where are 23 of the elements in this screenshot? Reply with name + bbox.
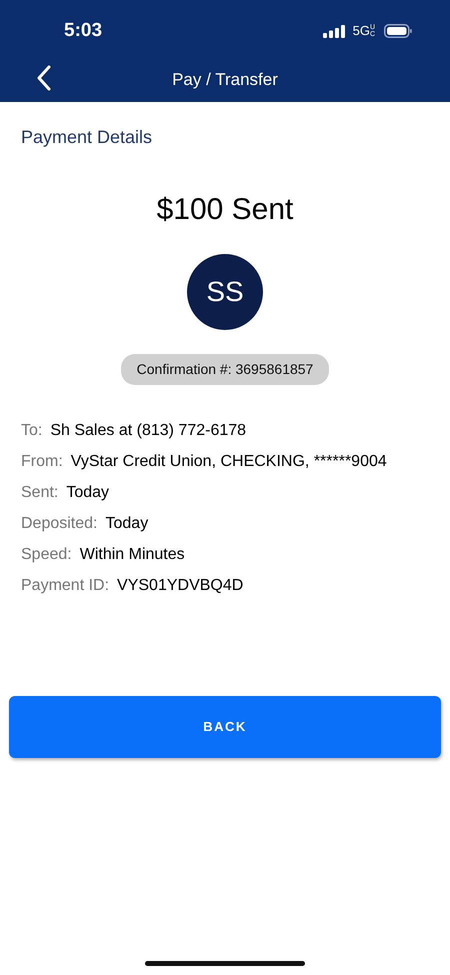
confirmation-tag: Confirmation #: 3695861857	[120, 354, 330, 385]
detail-value: Today	[66, 484, 110, 501]
detail-value: Sh Sales at (813) 772-6178	[50, 422, 246, 439]
detail-value: Today	[106, 515, 148, 532]
amount-heading: $100 Sent	[156, 192, 294, 228]
back-button[interactable]: BACK	[9, 696, 441, 758]
detail-label: Payment ID:	[21, 577, 110, 594]
detail-label: From:	[21, 453, 63, 470]
status-time: 5:03	[64, 18, 102, 43]
network-label: 5G	[352, 22, 370, 40]
section-title: Payment Details	[21, 127, 152, 147]
battery-icon	[384, 24, 412, 38]
detail-label: Deposited:	[21, 515, 98, 532]
back-button[interactable]	[36, 65, 52, 91]
detail-value: VYS01YDVBQ4D	[117, 577, 244, 594]
detail-label: Speed:	[21, 546, 72, 563]
detail-label: To:	[21, 422, 42, 439]
avatar: SS	[187, 254, 263, 330]
page-title: Pay / Transfer	[172, 69, 278, 92]
detail-value: VyStar Credit Union, CHECKING, ******9004	[70, 453, 387, 470]
signal-icon	[322, 24, 345, 38]
detail-value: Within Minutes	[80, 546, 185, 563]
detail-label: Sent:	[21, 484, 58, 501]
